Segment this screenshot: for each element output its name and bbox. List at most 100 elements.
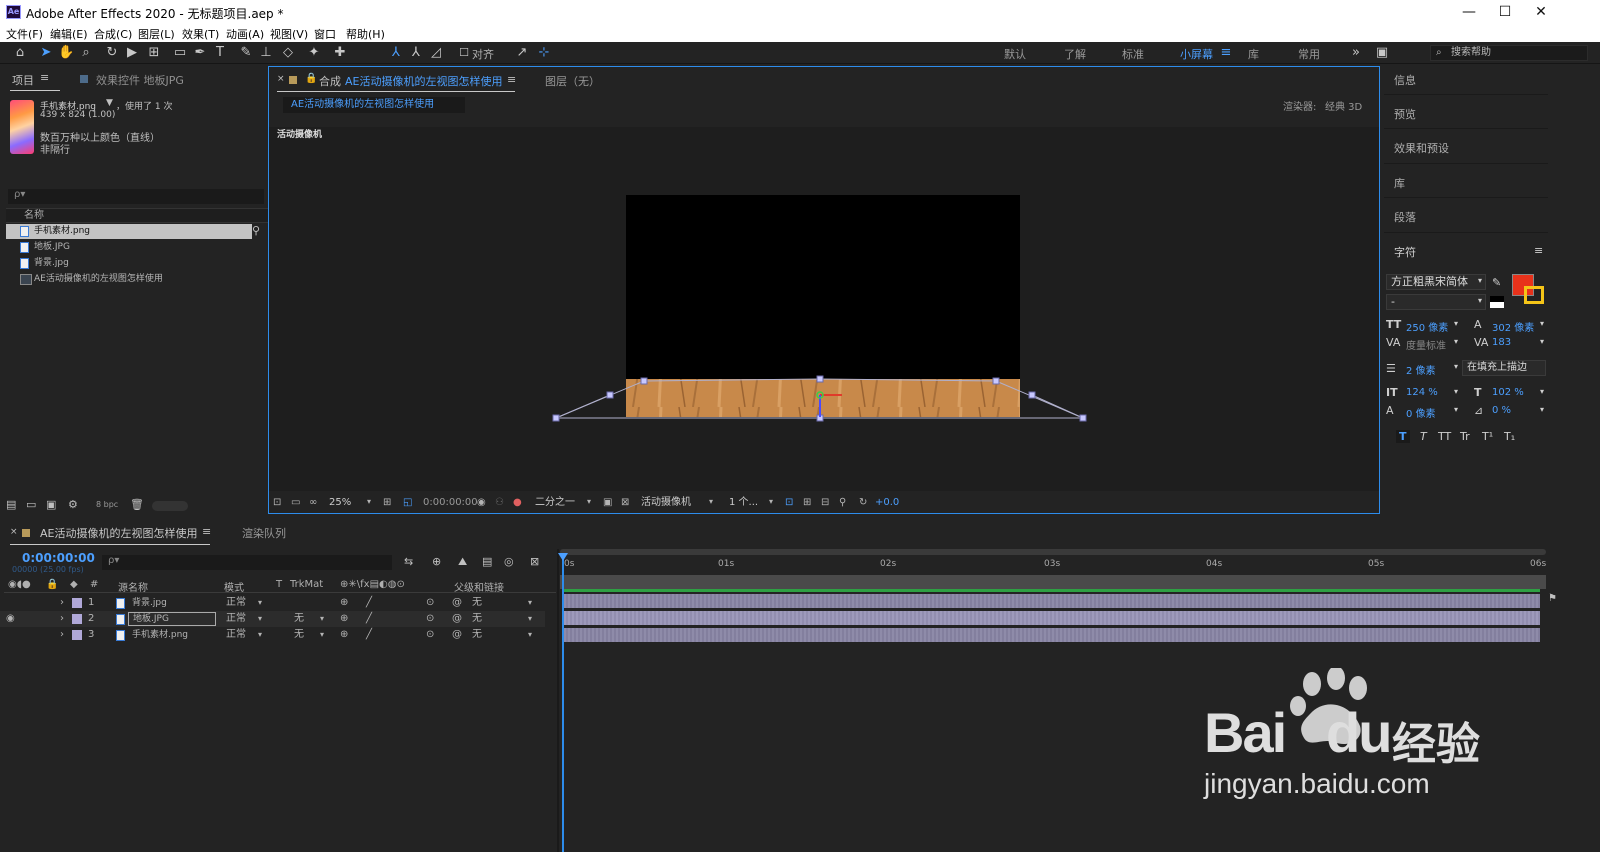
workspace-default[interactable]: 默认 xyxy=(1004,46,1026,62)
3d-layer-icon[interactable]: ⊙ xyxy=(426,627,434,643)
layer-name[interactable]: 手机素材.png xyxy=(132,627,188,643)
quality-switch-icon[interactable]: ╱ xyxy=(366,627,372,643)
pick-whip-icon[interactable]: @ xyxy=(452,611,462,627)
exposure-value[interactable]: +0.0 xyxy=(875,495,899,511)
pen-tool-icon[interactable]: ✒ xyxy=(192,45,208,61)
eyedropper-icon[interactable]: ✎ xyxy=(1492,276,1501,289)
shy-switch-icon[interactable]: ⊕ xyxy=(340,627,348,643)
search-panel-icon[interactable]: ▣ xyxy=(1374,45,1390,61)
layer-name[interactable]: 地板.JPG xyxy=(128,612,216,626)
rectangle-tool-icon[interactable]: ▭ xyxy=(172,45,188,61)
trash-icon[interactable]: 🗑 xyxy=(130,498,144,511)
layer-mode[interactable]: 正常 xyxy=(226,595,246,611)
project-item[interactable]: 手机素材.png xyxy=(6,224,252,239)
resolution-dropdown[interactable]: 二分之一 xyxy=(535,495,575,511)
kerning-value[interactable]: 度量标准 xyxy=(1406,337,1446,352)
menu-edit[interactable]: 编辑(E) xyxy=(50,26,88,42)
expand-chevron-icon[interactable]: › xyxy=(60,627,64,643)
maximize-button[interactable]: ☐ xyxy=(1491,2,1519,22)
snap-options-icon[interactable]: ⊹ xyxy=(536,45,552,61)
world-axis-icon[interactable]: ⅄ xyxy=(408,45,424,61)
fast-preview-icon[interactable]: ⊞ xyxy=(803,497,811,508)
camera-view-dropdown[interactable]: 活动摄像机 xyxy=(641,495,691,511)
layer-mode[interactable]: 正常 xyxy=(226,611,246,627)
panel-effects-presets[interactable]: 效果和预设 xyxy=(1394,140,1449,156)
tab-layer[interactable]: 图层（无） xyxy=(545,73,600,89)
rotate-tool-icon[interactable]: ↻ xyxy=(104,45,120,61)
graph-editor-icon[interactable]: ⊠ xyxy=(530,555,539,568)
tracking-value[interactable]: 183 xyxy=(1492,337,1511,348)
align-checkbox-icon[interactable]: ☐ xyxy=(456,45,472,61)
selection-tool-icon[interactable]: ➤ xyxy=(38,45,54,61)
workspace-menu-icon[interactable]: ≡ xyxy=(1218,45,1234,61)
character-menu-icon[interactable]: ≡ xyxy=(1534,244,1543,257)
flowchart-icon[interactable]: ⚲ xyxy=(252,224,260,237)
quality-switch-icon[interactable]: ╱ xyxy=(366,611,372,627)
camera-tool-icon[interactable]: ▶ xyxy=(124,45,140,61)
panel-paragraph[interactable]: 段落 xyxy=(1394,209,1416,225)
adjust-settings-icon[interactable]: ⚙ xyxy=(68,498,78,511)
view-axis-icon[interactable]: ◿ xyxy=(428,45,444,61)
panel-character[interactable]: 字符 xyxy=(1394,244,1416,260)
tsume-value[interactable]: 0 % xyxy=(1492,405,1511,416)
project-item[interactable]: AE活动摄像机的左视图怎样使用 xyxy=(6,272,252,287)
faux-italic-button[interactable]: T xyxy=(1420,430,1427,443)
puppet-tool-icon[interactable]: ✚ xyxy=(332,45,348,61)
menu-file[interactable]: 文件(F) xyxy=(6,26,43,42)
subscript-button[interactable]: T₁ xyxy=(1504,430,1515,443)
tab-composition-label[interactable]: 合成 xyxy=(319,73,341,89)
project-panel-menu-icon[interactable]: ≡ xyxy=(40,71,49,84)
comp-panel-menu-icon[interactable]: ≡ xyxy=(507,73,516,86)
local-axis-icon[interactable]: ⅄ xyxy=(388,45,404,61)
snapshot-icon[interactable]: ⊡ xyxy=(273,497,281,508)
type-tool-icon[interactable]: T xyxy=(212,45,228,61)
expand-chevron-icon[interactable]: › xyxy=(60,611,64,627)
project-search-input[interactable]: ρ▾ xyxy=(8,189,264,204)
fit-icon[interactable]: ⊞ xyxy=(383,497,391,508)
swap-colors-icon[interactable] xyxy=(1490,296,1504,308)
work-area-bar[interactable] xyxy=(560,549,1546,555)
layer-row[interactable]: › 3 手机素材.png 正常 ▾ 无 ▾ ⊕ ╱ ⊙ @ 无 ▾ xyxy=(0,627,545,643)
transparency-grid-icon[interactable]: ⊠ xyxy=(621,497,629,508)
background-layer[interactable] xyxy=(626,195,1020,379)
current-time[interactable]: 0:00:00:00 xyxy=(423,495,478,511)
expand-chevron-icon[interactable]: › xyxy=(60,595,64,611)
small-caps-button[interactable]: Tr xyxy=(1460,430,1470,443)
horizontal-scale-value[interactable]: 102 % xyxy=(1492,387,1524,398)
project-item[interactable]: 地板.JPG xyxy=(6,240,252,255)
new-composition-icon[interactable]: ▣ xyxy=(46,498,56,511)
eye-icon[interactable]: ◉ xyxy=(6,611,15,627)
workspace-small-screen[interactable]: 小屏幕 xyxy=(1180,46,1213,62)
tab-project[interactable]: 项目 xyxy=(12,72,34,88)
workspace-libraries[interactable]: 库 xyxy=(1248,46,1259,62)
close-button[interactable]: ✕ xyxy=(1527,2,1555,22)
panel-preview[interactable]: 预览 xyxy=(1394,106,1416,122)
composition-mini-flowchart-icon[interactable]: ⇆ xyxy=(404,555,413,568)
monitor-icon[interactable]: ▭ xyxy=(291,497,300,508)
vertical-scale-value[interactable]: 124 % xyxy=(1406,387,1438,398)
floor-layer[interactable] xyxy=(626,379,1020,417)
shy-switch-icon[interactable]: ⊕ xyxy=(340,611,348,627)
region-of-interest-icon[interactable]: ▣ xyxy=(603,497,612,508)
bpc-label[interactable]: 8 bpc xyxy=(96,500,118,509)
layer-label-swatch[interactable] xyxy=(72,598,82,608)
workspace-learn[interactable]: 了解 xyxy=(1064,46,1086,62)
new-folder-icon[interactable]: ▭ xyxy=(26,498,36,511)
safe-zones-icon[interactable]: ◱ xyxy=(403,497,412,508)
mask-icon[interactable]: ∞ xyxy=(309,497,317,508)
layer-parent[interactable]: 无 xyxy=(472,627,482,643)
view-layout-dropdown[interactable]: 1 个... xyxy=(729,495,758,511)
3d-layer-icon[interactable]: ⊙ xyxy=(426,611,434,627)
workspace-standard[interactable]: 标准 xyxy=(1122,46,1144,62)
brush-tool-icon[interactable]: ✎ xyxy=(238,45,254,61)
tab-render-queue[interactable]: 渲染队列 xyxy=(242,525,286,541)
menu-composition[interactable]: 合成(C) xyxy=(94,26,132,42)
zoom-dropdown[interactable]: 25% xyxy=(329,495,351,511)
panel-libraries[interactable]: 库 xyxy=(1394,175,1405,191)
reset-exposure-icon[interactable]: ↻ xyxy=(859,497,867,508)
layer-parent[interactable]: 无 xyxy=(472,595,482,611)
workspace-common[interactable]: 常用 xyxy=(1298,46,1320,62)
project-item[interactable]: 背景.jpg xyxy=(6,256,252,271)
timeline-menu-icon[interactable]: ≡ xyxy=(202,525,211,538)
timeline-search-input[interactable]: ρ▾ xyxy=(102,555,392,570)
